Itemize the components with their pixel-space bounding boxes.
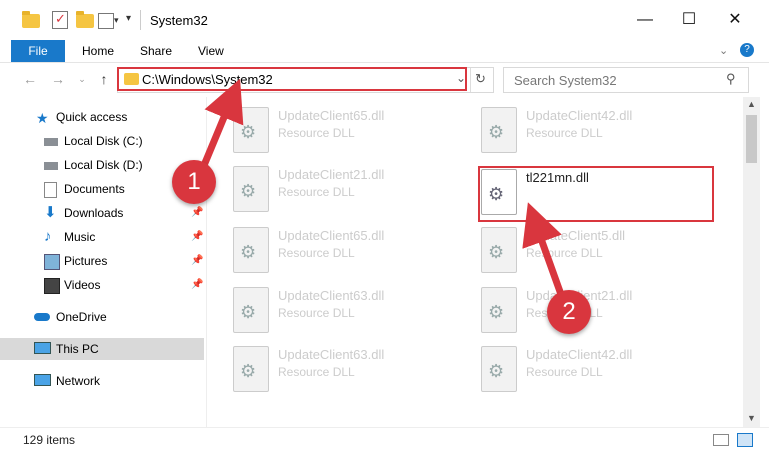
arrow-2 bbox=[522, 202, 567, 302]
annotation-overlay bbox=[196, 78, 567, 302]
step-badge-2: 2 bbox=[547, 290, 591, 334]
step-badge-1: 1 bbox=[172, 160, 216, 204]
